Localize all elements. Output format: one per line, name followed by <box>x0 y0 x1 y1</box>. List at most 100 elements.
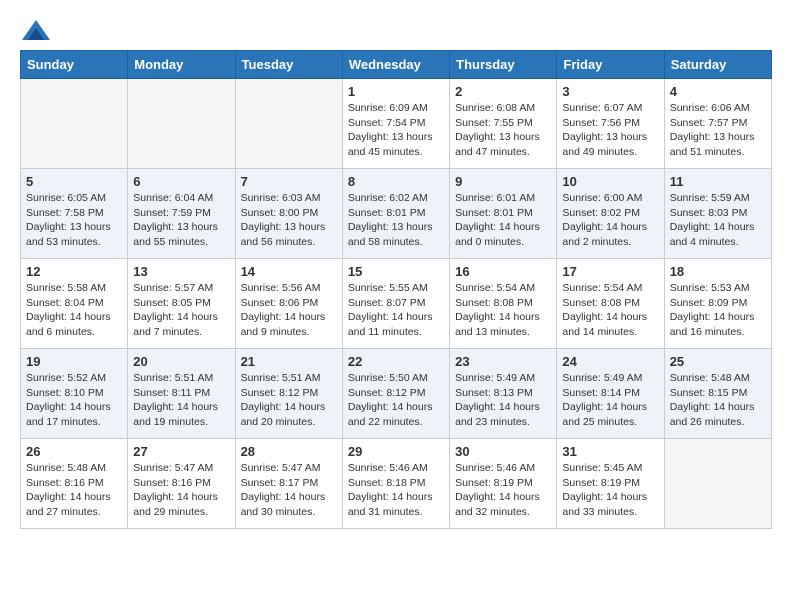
calendar-week-row: 26Sunrise: 5:48 AMSunset: 8:16 PMDayligh… <box>21 439 772 529</box>
calendar-cell: 17 Sunrise: 5:54 AMSunset: 8:08 PMDayligh… <box>557 259 664 349</box>
day-info: Sunrise: 5:46 AMSunset: 8:18 PMDaylight:… <box>348 461 444 520</box>
calendar-cell: 27 Sunrise: 5:47 AMSunset: 8:16 PMDayligh… <box>128 439 235 529</box>
calendar-cell: 15Sunrise: 5:55 AMSunset: 8:07 PMDayligh… <box>342 259 449 349</box>
day-info: Sunrise: 6:08 AMSunset: 7:55 PMDaylight:… <box>455 101 551 160</box>
calendar-header-sunday: Sunday <box>21 51 128 79</box>
calendar-cell: 24 Sunrise: 5:49 AMSunset: 8:14 PMDayligh… <box>557 349 664 439</box>
day-info: Sunrise: 5:47 AMSunset: 8:17 PMDaylight:… <box>241 461 337 520</box>
page-header <box>20 20 772 34</box>
day-number: 29 <box>348 444 444 459</box>
day-number: 13 <box>133 264 229 279</box>
calendar-cell: 5 Sunrise: 6:05 AMSunset: 7:58 PMDaylight… <box>21 169 128 259</box>
day-info: Sunrise: 5:50 AMSunset: 8:12 PMDaylight:… <box>348 371 444 430</box>
day-info: Sunrise: 6:09 AMSunset: 7:54 PMDaylight:… <box>348 101 444 160</box>
calendar-cell: 30 Sunrise: 5:46 AMSunset: 8:19 PMDayligh… <box>450 439 557 529</box>
calendar-header-friday: Friday <box>557 51 664 79</box>
calendar-header-tuesday: Tuesday <box>235 51 342 79</box>
day-number: 22 <box>348 354 444 369</box>
calendar-week-row: 1Sunrise: 6:09 AMSunset: 7:54 PMDaylight… <box>21 79 772 169</box>
day-info: Sunrise: 5:51 AMSunset: 8:12 PMDaylight:… <box>241 371 337 430</box>
calendar-header-row: SundayMondayTuesdayWednesdayThursdayFrid… <box>21 51 772 79</box>
calendar-cell: 8 Sunrise: 6:02 AMSunset: 8:01 PMDaylight… <box>342 169 449 259</box>
day-info: Sunrise: 5:57 AMSunset: 8:05 PMDaylight:… <box>133 281 229 340</box>
day-info: Sunrise: 5:46 AMSunset: 8:19 PMDaylight:… <box>455 461 551 520</box>
day-number: 20 <box>133 354 229 369</box>
day-number: 12 <box>26 264 122 279</box>
calendar-cell: 25 Sunrise: 5:48 AMSunset: 8:15 PMDayligh… <box>664 349 771 439</box>
calendar-header-saturday: Saturday <box>664 51 771 79</box>
day-number: 28 <box>241 444 337 459</box>
day-number: 16 <box>455 264 551 279</box>
logo-icon <box>22 20 50 40</box>
day-info: Sunrise: 5:53 AMSunset: 8:09 PMDaylight:… <box>670 281 766 340</box>
day-number: 15 <box>348 264 444 279</box>
calendar-cell <box>235 79 342 169</box>
day-number: 27 <box>133 444 229 459</box>
day-number: 19 <box>26 354 122 369</box>
calendar-cell: 29 Sunrise: 5:46 AMSunset: 8:18 PMDayligh… <box>342 439 449 529</box>
calendar-cell: 20Sunrise: 5:51 AMSunset: 8:11 PMDayligh… <box>128 349 235 439</box>
day-info: Sunrise: 6:03 AMSunset: 8:00 PMDaylight:… <box>241 191 337 250</box>
day-number: 11 <box>670 174 766 189</box>
calendar-cell: 13 Sunrise: 5:57 AMSunset: 8:05 PMDayligh… <box>128 259 235 349</box>
calendar-cell: 12 Sunrise: 5:58 AMSunset: 8:04 PMDayligh… <box>21 259 128 349</box>
calendar-cell: 19 Sunrise: 5:52 AMSunset: 8:10 PMDayligh… <box>21 349 128 439</box>
calendar-cell: 21 Sunrise: 5:51 AMSunset: 8:12 PMDayligh… <box>235 349 342 439</box>
calendar-header-wednesday: Wednesday <box>342 51 449 79</box>
day-info: Sunrise: 6:02 AMSunset: 8:01 PMDaylight:… <box>348 191 444 250</box>
day-number: 31 <box>562 444 658 459</box>
calendar-cell: 2Sunrise: 6:08 AMSunset: 7:55 PMDaylight… <box>450 79 557 169</box>
calendar-cell: 18 Sunrise: 5:53 AMSunset: 8:09 PMDayligh… <box>664 259 771 349</box>
day-number: 21 <box>241 354 337 369</box>
calendar-cell: 14 Sunrise: 5:56 AMSunset: 8:06 PMDayligh… <box>235 259 342 349</box>
day-info: Sunrise: 6:01 AMSunset: 8:01 PMDaylight:… <box>455 191 551 250</box>
day-number: 4 <box>670 84 766 99</box>
day-number: 14 <box>241 264 337 279</box>
day-info: Sunrise: 5:52 AMSunset: 8:10 PMDaylight:… <box>26 371 122 430</box>
calendar-cell: 7 Sunrise: 6:03 AMSunset: 8:00 PMDaylight… <box>235 169 342 259</box>
day-info: Sunrise: 5:58 AMSunset: 8:04 PMDaylight:… <box>26 281 122 340</box>
day-info: Sunrise: 6:04 AMSunset: 7:59 PMDaylight:… <box>133 191 229 250</box>
logo <box>20 20 50 34</box>
calendar-cell: 16Sunrise: 5:54 AMSunset: 8:08 PMDayligh… <box>450 259 557 349</box>
calendar-cell <box>128 79 235 169</box>
day-number: 9 <box>455 174 551 189</box>
calendar-cell: 26Sunrise: 5:48 AMSunset: 8:16 PMDayligh… <box>21 439 128 529</box>
day-number: 24 <box>562 354 658 369</box>
day-info: Sunrise: 5:56 AMSunset: 8:06 PMDaylight:… <box>241 281 337 340</box>
calendar-cell: 11 Sunrise: 5:59 AMSunset: 8:03 PMDayligh… <box>664 169 771 259</box>
calendar-header-thursday: Thursday <box>450 51 557 79</box>
day-number: 3 <box>562 84 658 99</box>
day-number: 6 <box>133 174 229 189</box>
calendar-cell: 9 Sunrise: 6:01 AMSunset: 8:01 PMDaylight… <box>450 169 557 259</box>
day-number: 25 <box>670 354 766 369</box>
calendar-cell: 23Sunrise: 5:49 AMSunset: 8:13 PMDayligh… <box>450 349 557 439</box>
calendar-cell: 22 Sunrise: 5:50 AMSunset: 8:12 PMDayligh… <box>342 349 449 439</box>
day-info: Sunrise: 5:45 AMSunset: 8:19 PMDaylight:… <box>562 461 658 520</box>
calendar-cell: 1Sunrise: 6:09 AMSunset: 7:54 PMDaylight… <box>342 79 449 169</box>
day-number: 23 <box>455 354 551 369</box>
day-number: 5 <box>26 174 122 189</box>
day-number: 30 <box>455 444 551 459</box>
calendar-week-row: 12 Sunrise: 5:58 AMSunset: 8:04 PMDayligh… <box>21 259 772 349</box>
day-info: Sunrise: 6:00 AMSunset: 8:02 PMDaylight:… <box>562 191 658 250</box>
day-number: 8 <box>348 174 444 189</box>
day-info: Sunrise: 6:07 AMSunset: 7:56 PMDaylight:… <box>562 101 658 160</box>
day-info: Sunrise: 5:59 AMSunset: 8:03 PMDaylight:… <box>670 191 766 250</box>
calendar-cell: 3 Sunrise: 6:07 AMSunset: 7:56 PMDaylight… <box>557 79 664 169</box>
day-info: Sunrise: 5:54 AMSunset: 8:08 PMDaylight:… <box>562 281 658 340</box>
calendar-header-monday: Monday <box>128 51 235 79</box>
calendar-week-row: 19 Sunrise: 5:52 AMSunset: 8:10 PMDayligh… <box>21 349 772 439</box>
calendar-cell <box>664 439 771 529</box>
calendar-cell: 31 Sunrise: 5:45 AMSunset: 8:19 PMDayligh… <box>557 439 664 529</box>
calendar-cell: 10Sunrise: 6:00 AMSunset: 8:02 PMDayligh… <box>557 169 664 259</box>
day-info: Sunrise: 5:47 AMSunset: 8:16 PMDaylight:… <box>133 461 229 520</box>
day-info: Sunrise: 5:49 AMSunset: 8:14 PMDaylight:… <box>562 371 658 430</box>
calendar-cell: 4Sunrise: 6:06 AMSunset: 7:57 PMDaylight… <box>664 79 771 169</box>
day-number: 18 <box>670 264 766 279</box>
day-number: 17 <box>562 264 658 279</box>
calendar-cell: 28 Sunrise: 5:47 AMSunset: 8:17 PMDayligh… <box>235 439 342 529</box>
day-info: Sunrise: 5:48 AMSunset: 8:15 PMDaylight:… <box>670 371 766 430</box>
day-number: 7 <box>241 174 337 189</box>
day-info: Sunrise: 6:05 AMSunset: 7:58 PMDaylight:… <box>26 191 122 250</box>
